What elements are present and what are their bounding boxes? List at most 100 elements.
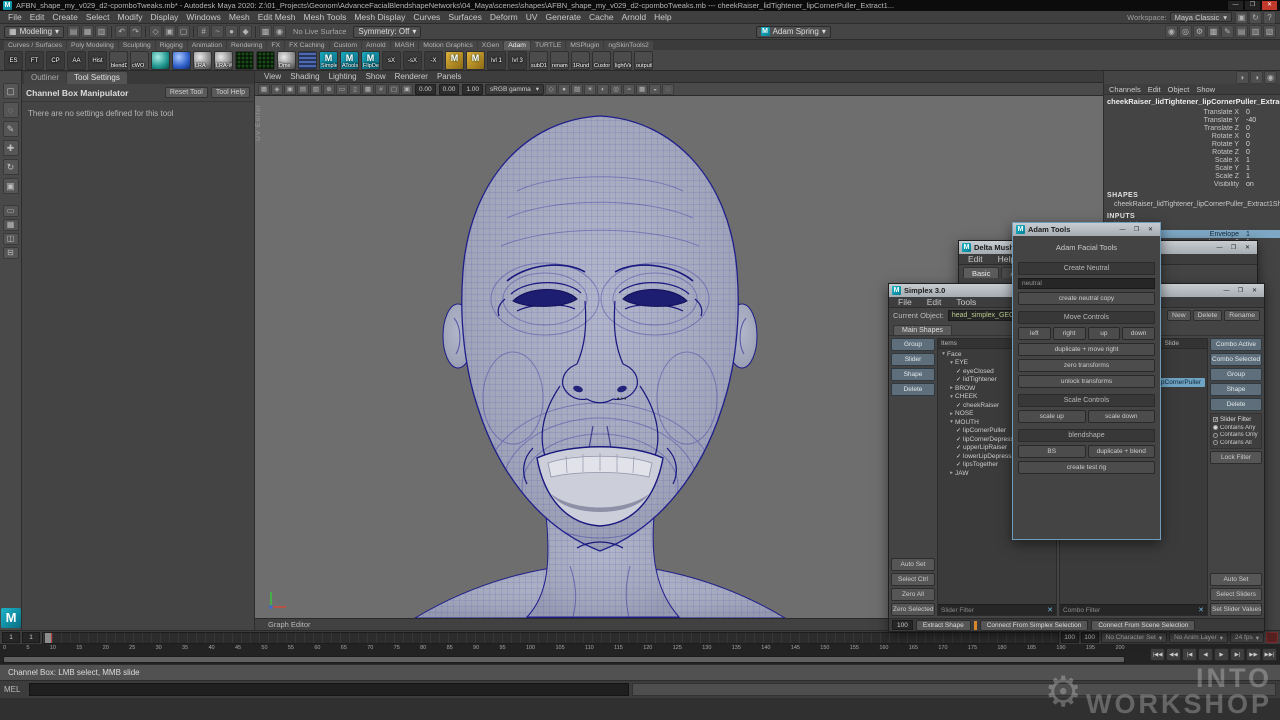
collapse-icon[interactable]: ▾ <box>948 360 955 366</box>
reset-tool-button[interactable]: Reset Tool <box>165 87 208 98</box>
channel-translate-y-value[interactable]: -40 <box>1246 117 1276 124</box>
clear-filter-icon[interactable]: ✕ <box>1047 606 1053 614</box>
shelf-button-subd1v[interactable]: subD1v <box>529 51 548 70</box>
shelf-tab-motion-graphics[interactable]: Motion Graphics <box>419 41 477 50</box>
shelf-button-icon-7[interactable] <box>151 51 170 70</box>
shelf-button-outputb[interactable]: outputB <box>634 51 653 70</box>
neutral-field[interactable]: neutral <box>1018 278 1155 289</box>
menu-create[interactable]: Create <box>48 12 82 22</box>
close-button[interactable]: ✕ <box>1248 286 1261 296</box>
adam-left-button[interactable]: left <box>1018 327 1051 340</box>
field-chart-icon[interactable]: # <box>375 84 387 95</box>
channel-rotate-y-value[interactable]: 0 <box>1246 141 1276 148</box>
workspace-lock-icon[interactable]: ▣ <box>1235 11 1248 24</box>
collapse-icon[interactable]: ▾ <box>948 419 955 425</box>
menu-help[interactable]: Help <box>650 12 675 22</box>
gamma-field[interactable]: 1.00 <box>462 84 483 95</box>
command-language-label[interactable]: MEL <box>4 685 26 694</box>
safe-title-icon[interactable]: ▣ <box>401 84 413 95</box>
tool-help-button[interactable]: Tool Help <box>211 87 250 98</box>
play-forwards-button[interactable]: ▶ <box>1214 648 1229 661</box>
lighting-icon[interactable]: ☀ <box>584 84 596 95</box>
contrast-field[interactable]: 0.00 <box>439 84 460 95</box>
play-backwards-button[interactable]: ◀ <box>1198 648 1213 661</box>
render-settings-icon[interactable]: ⚙ <box>1193 25 1206 38</box>
shelf-extra-select[interactable]: M Adam Spring ▾ <box>756 26 831 38</box>
channel-translate-x-value[interactable]: 0 <box>1246 109 1276 116</box>
channel-scale-y[interactable]: Scale Y1 <box>1104 164 1280 172</box>
simplex-select-ctrl-button[interactable]: Select Ctrl <box>891 573 935 586</box>
simplex-auto-set-button[interactable]: Auto Set <box>891 558 935 571</box>
save-scene-icon[interactable]: ▥ <box>95 25 108 38</box>
simplex-delete-button[interactable]: Delete <box>1210 398 1262 411</box>
shelf-button-rename[interactable]: rename <box>550 51 569 70</box>
time-slider[interactable] <box>42 632 1059 644</box>
step-forward-one-frame-button[interactable]: ▶▶ <box>1246 648 1261 661</box>
paint-effects-icon[interactable]: ✎ <box>1221 25 1234 38</box>
shelf-button-dme[interactable]: Dme <box>277 51 296 70</box>
shadows-icon[interactable]: ◐ <box>597 84 609 95</box>
channel-scale-x[interactable]: Scale X1 <box>1104 156 1280 164</box>
channel-box-toggle-icon[interactable]: ▤ <box>1235 25 1248 38</box>
adam-bs-button[interactable]: BS <box>1018 445 1086 458</box>
range-ruler[interactable]: 0510152025303540455055606570758085909510… <box>0 644 1128 664</box>
viewport-menu-view[interactable]: View <box>260 72 285 81</box>
adam-tools-title-bar[interactable]: M Adam Tools —❐✕ <box>1013 223 1160 236</box>
slider-filter-input[interactable]: Slider Filter ✕ <box>938 604 1056 615</box>
film-gate-icon[interactable]: ▭ <box>336 84 348 95</box>
shelf-tab-poly-modeling[interactable]: Poly Modeling <box>67 41 118 50</box>
camera-attributes-icon[interactable]: ▣ <box>284 84 296 95</box>
snap-to-curve-icon[interactable]: ~ <box>211 25 224 38</box>
minimize-button[interactable]: — <box>1228 1 1243 10</box>
channel-scale-x-value[interactable]: 1 <box>1246 157 1276 164</box>
channel-rotate-z[interactable]: Rotate Z0 <box>1104 148 1280 156</box>
menu-arnold[interactable]: Arnold <box>618 12 651 22</box>
shelf-button-lra-w[interactable]: LRA-W <box>214 51 233 70</box>
slider-item-lipcornerpuller[interactable]: lipCornerPuller <box>1155 378 1205 387</box>
menu-uv[interactable]: UV <box>522 12 542 22</box>
shaded-display-icon[interactable]: ● <box>558 84 570 95</box>
hypershade-icon[interactable]: ▩ <box>1207 25 1220 38</box>
channel-scale-z[interactable]: Scale Z1 <box>1104 172 1280 180</box>
shelf-button-icon-22[interactable]: M <box>466 51 485 70</box>
channel-translate-z-value[interactable]: 0 <box>1246 125 1276 132</box>
exposure-field[interactable]: 0.00 <box>415 84 436 95</box>
shelf-tab-ngskintools2[interactable]: ngSkinTools2 <box>604 41 652 50</box>
symmetry-select[interactable]: Symmetry: Off ▾ <box>353 26 421 38</box>
deltamush-menu-edit[interactable]: Edit <box>964 254 987 264</box>
checkbox-checked-icon[interactable]: ✓ <box>956 427 961 434</box>
checkbox-checked-icon[interactable]: ✓ <box>956 376 961 383</box>
layout-persp-graph-icon[interactable]: ⊟ <box>3 247 19 259</box>
menu-windows[interactable]: Windows <box>182 12 224 22</box>
shelf-button-es[interactable]: ES <box>4 51 23 70</box>
menu-select[interactable]: Select <box>82 12 114 22</box>
layout-four-pane-icon[interactable]: ▦ <box>3 219 19 231</box>
channel-rotate-y[interactable]: Rotate Y0 <box>1104 140 1280 148</box>
shelf-button-icon-12[interactable] <box>256 51 275 70</box>
simplex-auto-set-button[interactable]: Auto Set <box>1210 573 1262 586</box>
new-scene-icon[interactable]: ▤ <box>67 25 80 38</box>
menu-mesh-display[interactable]: Mesh Display <box>350 12 409 22</box>
shelf-tab-fx-caching[interactable]: FX Caching <box>285 41 329 50</box>
shelf-button-1runder[interactable]: 1Runder <box>571 51 590 70</box>
viewport-menu-show[interactable]: Show <box>362 72 390 81</box>
render-view-icon[interactable]: ◉ <box>1165 25 1178 38</box>
maximize-button[interactable]: ❐ <box>1227 243 1240 253</box>
shelf-button-sx[interactable]: sX <box>382 51 401 70</box>
shelf-button-atools[interactable]: MATools <box>340 51 359 70</box>
simplex-connect-from-scene-selection-button[interactable]: Connect From Scene Selection <box>1091 620 1195 631</box>
medium-speed-icon[interactable]: ◑ <box>1250 71 1263 84</box>
current-time-marker[interactable] <box>45 633 52 643</box>
channel-visibility-value[interactable]: on <box>1246 181 1276 188</box>
simplex-select-sliders-button[interactable]: Select Sliders <box>1210 588 1262 601</box>
select-camera-icon[interactable]: ▦ <box>258 84 270 95</box>
lock-camera-icon[interactable]: ◈ <box>271 84 283 95</box>
shelf-button-sx[interactable]: -sX <box>403 51 422 70</box>
checkbox-checked-icon[interactable]: ✓ <box>956 436 961 443</box>
shelf-button-cp[interactable]: CP <box>46 51 65 70</box>
snap-to-grid-icon[interactable]: # <box>197 25 210 38</box>
checkbox-checked-icon[interactable]: ✓ <box>956 368 961 375</box>
resolution-gate-icon[interactable]: ▯ <box>349 84 361 95</box>
shelf-button-icon-11[interactable] <box>235 51 254 70</box>
shelf-tab-curves-surfaces[interactable]: Curves / Surfaces <box>4 41 66 50</box>
